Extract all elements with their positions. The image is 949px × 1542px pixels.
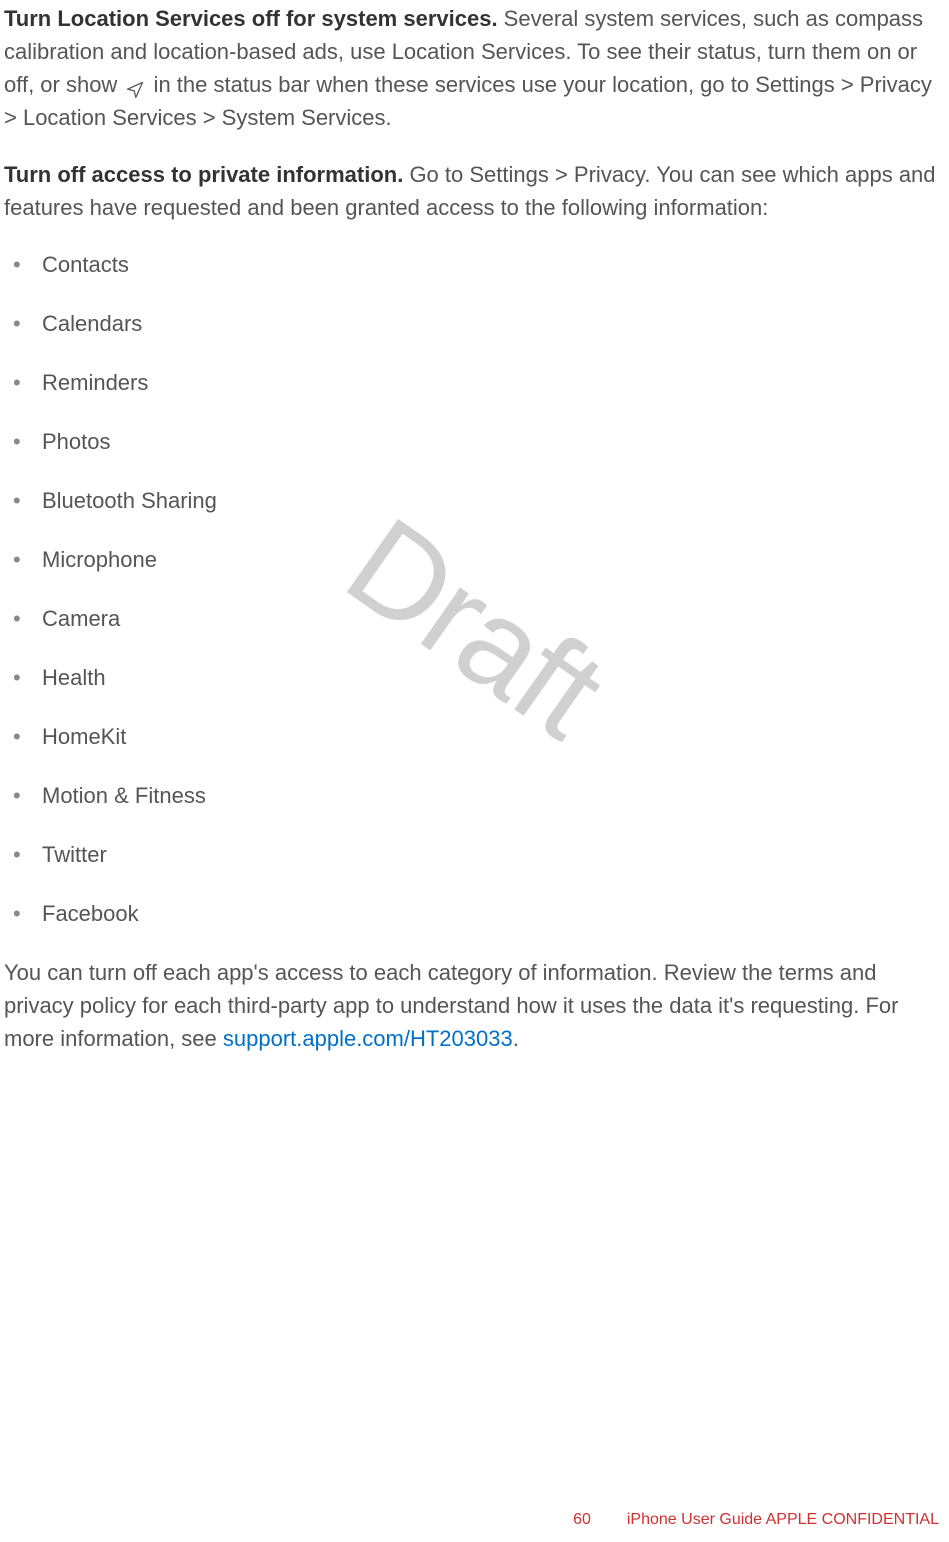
- list-item-label: Camera: [42, 606, 120, 631]
- list-item: Camera: [4, 602, 945, 635]
- heading-bold: Turn Location Services off for system se…: [4, 6, 498, 31]
- paragraph-app-access: You can turn off each app's access to ea…: [4, 956, 945, 1055]
- list-item: Microphone: [4, 543, 945, 576]
- list-item-label: Reminders: [42, 370, 148, 395]
- location-arrow-icon: [125, 76, 145, 96]
- list-item: Motion & Fitness: [4, 779, 945, 812]
- paragraph-location-services: Turn Location Services off for system se…: [4, 2, 945, 134]
- list-item: Reminders: [4, 366, 945, 399]
- list-item: Bluetooth Sharing: [4, 484, 945, 517]
- list-item: Facebook: [4, 897, 945, 930]
- heading-bold: Turn off access to private information.: [4, 162, 403, 187]
- list-item: Contacts: [4, 248, 945, 281]
- list-item: Twitter: [4, 838, 945, 871]
- list-item-label: HomeKit: [42, 724, 126, 749]
- list-item: Health: [4, 661, 945, 694]
- list-item: Calendars: [4, 307, 945, 340]
- list-item: Photos: [4, 425, 945, 458]
- paragraph-private-info: Turn off access to private information. …: [4, 158, 945, 224]
- list-item-label: Photos: [42, 429, 111, 454]
- list-item-label: Microphone: [42, 547, 157, 572]
- list-item: HomeKit: [4, 720, 945, 753]
- support-link[interactable]: support.apple.com/HT203033: [223, 1026, 513, 1051]
- paragraph-text: .: [513, 1026, 519, 1051]
- list-item-label: Motion & Fitness: [42, 783, 206, 808]
- document-content: Turn Location Services off for system se…: [0, 0, 949, 1055]
- page-number: 60: [573, 1511, 591, 1528]
- list-item-label: Contacts: [42, 252, 129, 277]
- list-item-label: Bluetooth Sharing: [42, 488, 217, 513]
- list-item-label: Facebook: [42, 901, 139, 926]
- list-item-label: Twitter: [42, 842, 107, 867]
- privacy-categories-list: Contacts Calendars Reminders Photos Blue…: [4, 248, 945, 930]
- footer-text: iPhone User Guide APPLE CONFIDENTIAL: [627, 1511, 939, 1528]
- list-item-label: Health: [42, 665, 106, 690]
- list-item-label: Calendars: [42, 311, 142, 336]
- page-footer: 60 iPhone User Guide APPLE CONFIDENTIAL: [555, 1508, 939, 1532]
